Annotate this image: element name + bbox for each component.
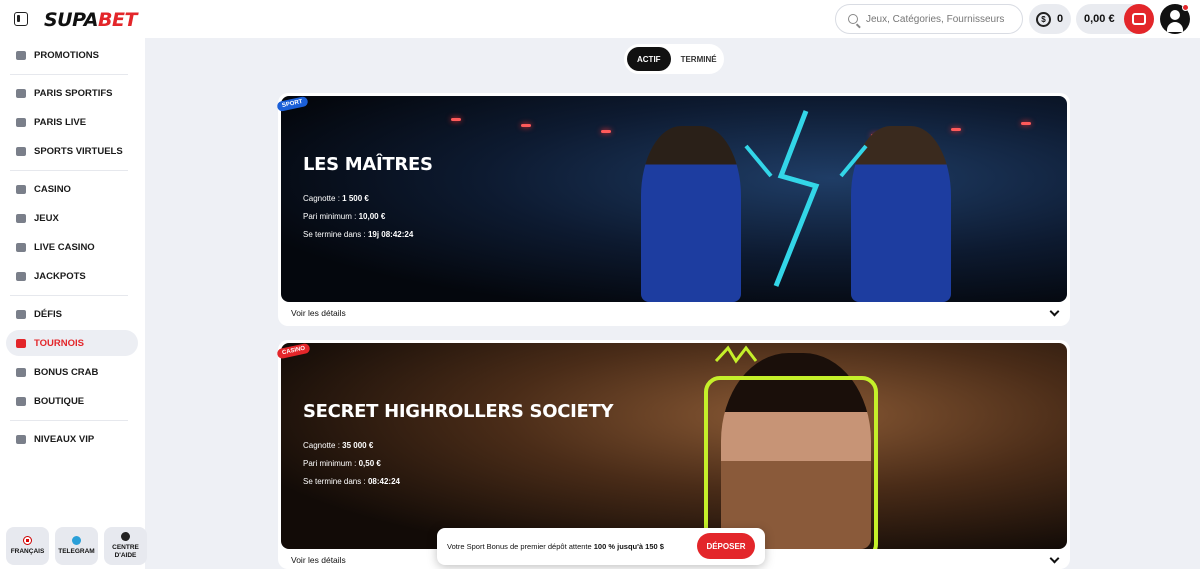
notification-dot xyxy=(1182,4,1189,11)
diamond-icon xyxy=(16,434,26,444)
deposit-promo-text: Votre Sport Bonus de premier dépôt atten… xyxy=(447,541,664,551)
badge-icon xyxy=(16,309,26,319)
divider xyxy=(10,420,128,421)
player-figure xyxy=(641,126,741,302)
language-button[interactable]: FRANÇAIS xyxy=(6,527,49,565)
help-center-button[interactable]: CENTRE D'AIDE xyxy=(104,527,147,565)
sidebar-item-defis[interactable]: DÉFIS xyxy=(6,301,138,327)
wallet-icon xyxy=(1132,13,1146,25)
search-input[interactable] xyxy=(866,13,1016,25)
sidebar: PROMOTIONS PARIS SPORTIFS PARIS LIVE SPO… xyxy=(0,38,145,569)
telegram-button[interactable]: TELEGRAM xyxy=(55,527,98,565)
deposit-button[interactable]: DÉPOSER xyxy=(697,533,755,559)
sidebar-item-promotions[interactable]: PROMOTIONS xyxy=(6,42,138,68)
tournament-countdown: Se termine dans : 08:42:24 xyxy=(303,477,400,486)
sidebar-item-label: PARIS SPORTIFS xyxy=(34,87,113,99)
sidebar-item-live-casino[interactable]: LIVE CASINO xyxy=(6,234,138,260)
sidebar-item-boutique[interactable]: BOUTIQUE xyxy=(6,388,138,414)
logo-main-text: SUPA xyxy=(44,9,99,31)
language-label: FRANÇAIS xyxy=(10,548,45,555)
slot-machine-icon xyxy=(16,184,26,194)
tournament-banner-image: SECRET HIGHROLLERS SOCIETY Cagnotte : 35… xyxy=(281,343,1067,549)
clover-icon xyxy=(16,271,26,281)
sidebar-item-label: SPORTS VIRTUELS xyxy=(34,145,123,157)
gift-icon xyxy=(16,50,26,60)
coins-count: 0 xyxy=(1057,13,1064,25)
divider xyxy=(10,74,128,75)
sidebar-item-paris-live[interactable]: PARIS LIVE xyxy=(6,109,138,135)
phone-icon xyxy=(16,242,26,252)
sidebar-item-bonus-crab[interactable]: BONUS CRAB xyxy=(6,359,138,385)
sidebar-item-label: PROMOTIONS xyxy=(34,49,99,61)
deposit-promo-banner: Votre Sport Bonus de premier dépôt atten… xyxy=(437,528,765,565)
help-icon xyxy=(121,532,130,541)
details-toggle[interactable]: Voir les détails xyxy=(278,301,1070,325)
ball-icon xyxy=(16,88,26,98)
telegram-icon xyxy=(72,536,81,545)
lightning-graphic xyxy=(744,110,868,287)
monitor-icon xyxy=(16,146,26,156)
search-box[interactable] xyxy=(835,4,1023,34)
tournament-pot: Cagnotte : 1 500 € xyxy=(303,194,369,203)
chevron-down-icon[interactable] xyxy=(1049,306,1060,316)
sidebar-item-jeux[interactable]: JEUX xyxy=(6,205,138,231)
live-icon xyxy=(16,117,26,127)
sidebar-item-label: CASINO xyxy=(34,183,71,195)
sidebar-item-niveaux-vip[interactable]: NIVEAUX VIP xyxy=(6,426,138,452)
tournament-title: LES MAÎTRES xyxy=(303,154,433,175)
search-icon xyxy=(848,14,858,24)
top-bar: SUPABET $ 0 0,00 € xyxy=(0,0,1200,38)
sidebar-item-tournois[interactable]: TOURNOIS xyxy=(6,330,138,356)
sidebar-item-label: NIVEAUX VIP xyxy=(34,433,95,445)
shop-icon xyxy=(16,396,26,406)
tournament-banner-image: LES MAÎTRES Cagnotte : 1 500 € Pari mini… xyxy=(281,96,1067,302)
sidebar-item-casino[interactable]: CASINO xyxy=(6,176,138,202)
logo[interactable]: SUPABET xyxy=(44,9,137,31)
balance-value: 0,00 € xyxy=(1084,13,1115,25)
sidebar-item-label: TOURNOIS xyxy=(34,337,84,349)
tournament-pot: Cagnotte : 35 000 € xyxy=(303,441,374,450)
sidebar-item-label: LIVE CASINO xyxy=(34,241,95,253)
coins-button[interactable]: $ 0 xyxy=(1029,4,1071,34)
crab-icon xyxy=(16,367,26,377)
sidebar-item-label: BOUTIQUE xyxy=(34,395,85,407)
sidebar-toggle-icon[interactable] xyxy=(14,12,28,26)
sidebar-item-label: BONUS CRAB xyxy=(34,366,99,378)
telegram-label: TELEGRAM xyxy=(58,548,95,555)
trophy-icon xyxy=(16,338,26,348)
tab-actif[interactable]: ACTIF xyxy=(627,47,671,71)
sidebar-item-paris-sportifs[interactable]: PARIS SPORTIFS xyxy=(6,80,138,106)
tournament-card[interactable]: LES MAÎTRES Cagnotte : 1 500 € Pari mini… xyxy=(276,93,1070,326)
cards-icon xyxy=(16,213,26,223)
sidebar-item-label: DÉFIS xyxy=(34,308,62,320)
details-link[interactable]: Voir les détails xyxy=(291,308,346,318)
divider xyxy=(10,295,128,296)
tournament-title: SECRET HIGHROLLERS SOCIETY xyxy=(303,401,614,422)
chevron-down-icon[interactable] xyxy=(1049,553,1060,563)
tab-termine[interactable]: TERMINÉ xyxy=(671,47,727,71)
tournament-min-bet: Pari minimum : 10,00 € xyxy=(303,212,386,221)
sidebar-item-sports-virtuels[interactable]: SPORTS VIRTUELS xyxy=(6,138,138,164)
coin-icon: $ xyxy=(1036,11,1051,27)
help-label-line2: D'AIDE xyxy=(114,552,137,559)
tournament-min-bet: Pari minimum : 0,50 € xyxy=(303,459,381,468)
logo-accent-text: BET xyxy=(98,9,137,31)
sidebar-item-jackpots[interactable]: JACKPOTS xyxy=(6,263,138,289)
sidebar-item-label: PARIS LIVE xyxy=(34,116,87,128)
sidebar-item-label: JACKPOTS xyxy=(34,270,86,282)
queen-card-graphic xyxy=(704,345,878,549)
wallet-button[interactable] xyxy=(1124,4,1154,34)
help-label-line1: CENTRE xyxy=(112,544,139,551)
status-tabs: ACTIF TERMINÉ xyxy=(624,44,724,74)
divider xyxy=(10,170,128,171)
details-link[interactable]: Voir les détails xyxy=(291,555,346,565)
flag-icon xyxy=(23,536,32,545)
sidebar-item-label: JEUX xyxy=(34,212,59,224)
tournament-countdown: Se termine dans : 19j 08:42:24 xyxy=(303,230,414,239)
